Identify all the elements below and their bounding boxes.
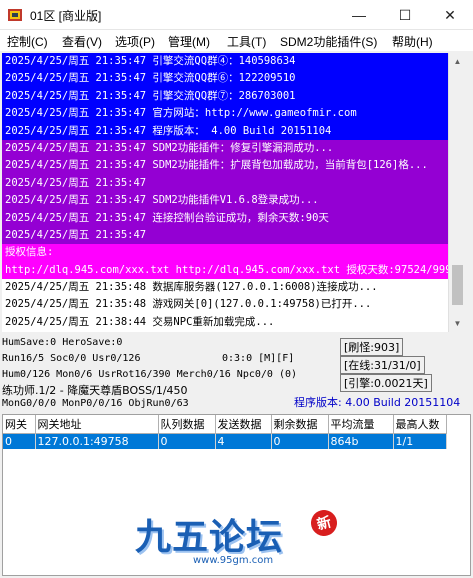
watermark-title: 九五论坛 xyxy=(135,517,284,558)
menu-tools[interactable]: 工具(T) xyxy=(227,33,266,50)
save-status: HumSave:0 HeroSave:0 xyxy=(2,337,123,348)
title-bar: 01区 [商业版] — ☐ ✕ xyxy=(0,0,473,30)
table-row[interactable]: 0 127.0.0.1:49758 0 4 0 864b 1/1 xyxy=(3,433,447,449)
col-gateway-address[interactable]: 网关地址 xyxy=(35,415,159,434)
log-line: 2025/4/25/周五 21:35:48 数据库服务器(127.0.0.1:6… xyxy=(2,279,448,297)
cell-remaining-data: 0 xyxy=(271,433,329,449)
monster-object-status: MonG0/0/0 MonP0/0/16 ObjRun0/63 xyxy=(2,398,189,409)
menu-sdm2-plugins[interactable]: SDM2功能插件(S) xyxy=(280,33,377,50)
menu-control[interactable]: 控制(C) xyxy=(7,33,48,50)
maximize-icon: ☐ xyxy=(398,6,412,23)
log-line: 2025/4/25/周五 21:35:47 连接控制台验证成功，剩余天数:90天 xyxy=(2,209,448,227)
cell-max-users: 1/1 xyxy=(393,433,447,449)
log-line: 授权信息: xyxy=(2,244,448,262)
human-monster-status: Hum0/126 Mon0/6 UsrRot16/390 Merch0/16 N… xyxy=(2,369,298,380)
minimize-icon: — xyxy=(352,7,366,23)
cell-gateway: 0 xyxy=(3,433,36,449)
log-line: 2025/4/25/周五 21:35:47 引擎交流QQ群④：140598634 xyxy=(2,53,448,71)
online-count: [在线:31/31/0] xyxy=(340,356,425,374)
col-gateway[interactable]: 网关 xyxy=(3,415,36,434)
log-panel[interactable]: 2025/4/25/周五 21:35:47 引擎交流QQ群④：140598634… xyxy=(2,53,448,332)
log-line: 2025/4/25/周五 21:35:47 SDM2功能插件：扩展背包加载成功，… xyxy=(2,157,448,175)
menu-options[interactable]: 选项(P) xyxy=(115,33,155,50)
log-line: http://dlq.945.com/xxx.txt http://dlq.94… xyxy=(2,261,448,280)
col-sent-data[interactable]: 发送数据 xyxy=(215,415,272,434)
forum-watermark-logo: 九五论坛 新 www.95gm.com xyxy=(135,507,345,572)
run-status: Run16/5 Soc0/0 Usr0/126 xyxy=(2,353,141,364)
cell-queue-data: 0 xyxy=(158,433,216,449)
log-line: 2025/4/25/周五 21:35:47 xyxy=(2,226,448,245)
watermark-url: www.95gm.com xyxy=(193,555,274,566)
scroll-down-icon[interactable]: ▼ xyxy=(449,315,466,332)
cell-average-traffic: 864b xyxy=(328,433,394,449)
col-average-traffic[interactable]: 平均流量 xyxy=(328,415,394,434)
col-remaining-data[interactable]: 剩余数据 xyxy=(271,415,329,434)
maximize-button[interactable]: ☐ xyxy=(382,0,428,30)
menu-help[interactable]: 帮助(H) xyxy=(392,33,433,50)
run-clock: 0:3:0 [M][F] xyxy=(222,353,295,364)
cell-gateway-address: 127.0.0.1:49758 xyxy=(35,433,159,449)
scroll-thumb[interactable] xyxy=(452,265,463,305)
app-icon xyxy=(8,9,22,21)
cell-sent-data: 4 xyxy=(215,433,272,449)
col-queue-data[interactable]: 队列数据 xyxy=(158,415,216,434)
menu-manage[interactable]: 管理(M) xyxy=(168,33,210,50)
minimize-button[interactable]: — xyxy=(336,0,382,30)
trainer-status: 练功师.1/2 - 降魔天尊盾BOSS/1/450 xyxy=(2,384,188,397)
log-line: 2025/4/25/周五 21:35:47 引擎交流QQ群⑦：286703001 xyxy=(2,87,448,106)
program-version: 程序版本: 4.00 Build 20151104 xyxy=(294,396,461,409)
window-title: 01区 [商业版] xyxy=(30,9,102,23)
log-line: 2025/4/25/周五 21:35:47 SDM2功能插件：修复引擎漏洞成功.… xyxy=(2,139,448,158)
log-line: 2025/4/25/周五 21:35:47 SDM2功能插件V1.6.8登录成功… xyxy=(2,192,448,210)
log-line: 2025/4/25/周五 21:35:47 引擎交流QQ群⑥：122209510 xyxy=(2,70,448,88)
status-panel: HumSave:0 HeroSave:0 [刷怪:903] Run16/5 So… xyxy=(0,334,473,414)
monster-spawn-count: [刷怪:903] xyxy=(340,338,404,356)
log-line: 2025/4/25/周五 21:35:47 官方网站：http://www.ga… xyxy=(2,105,448,123)
close-button[interactable]: ✕ xyxy=(427,0,473,30)
log-line: 2025/4/25/周五 21:38:44 交易NPC重新加载完成... xyxy=(2,313,448,332)
menu-view[interactable]: 查看(V) xyxy=(62,33,102,50)
close-icon: ✕ xyxy=(444,6,456,23)
col-max-users[interactable]: 最高人数 xyxy=(393,415,447,434)
log-line: 2025/4/25/周五 21:35:47 xyxy=(2,174,448,193)
scroll-up-icon[interactable]: ▲ xyxy=(449,53,466,70)
log-scrollbar[interactable]: ▲ ▼ xyxy=(448,53,465,332)
watermark-badge: 新 xyxy=(308,507,340,539)
log-line: 2025/4/25/周五 21:35:47 程序版本： 4.00 Build 2… xyxy=(2,122,448,140)
log-line: 2025/4/25/周五 21:38:44 管理NPC重新加载完成... xyxy=(2,331,448,332)
table-header: 网关 网关地址 队列数据 发送数据 剩余数据 平均流量 最高人数 xyxy=(3,415,447,434)
engine-days: [引擎:0.0021天] xyxy=(340,374,432,392)
menu-bar: 控制(C) 查看(V) 选项(P) 管理(M) 工具(T) SDM2功能插件(S… xyxy=(0,30,473,51)
log-line: 2025/4/25/周五 21:35:48 游戏网关[0](127.0.0.1:… xyxy=(2,296,448,314)
